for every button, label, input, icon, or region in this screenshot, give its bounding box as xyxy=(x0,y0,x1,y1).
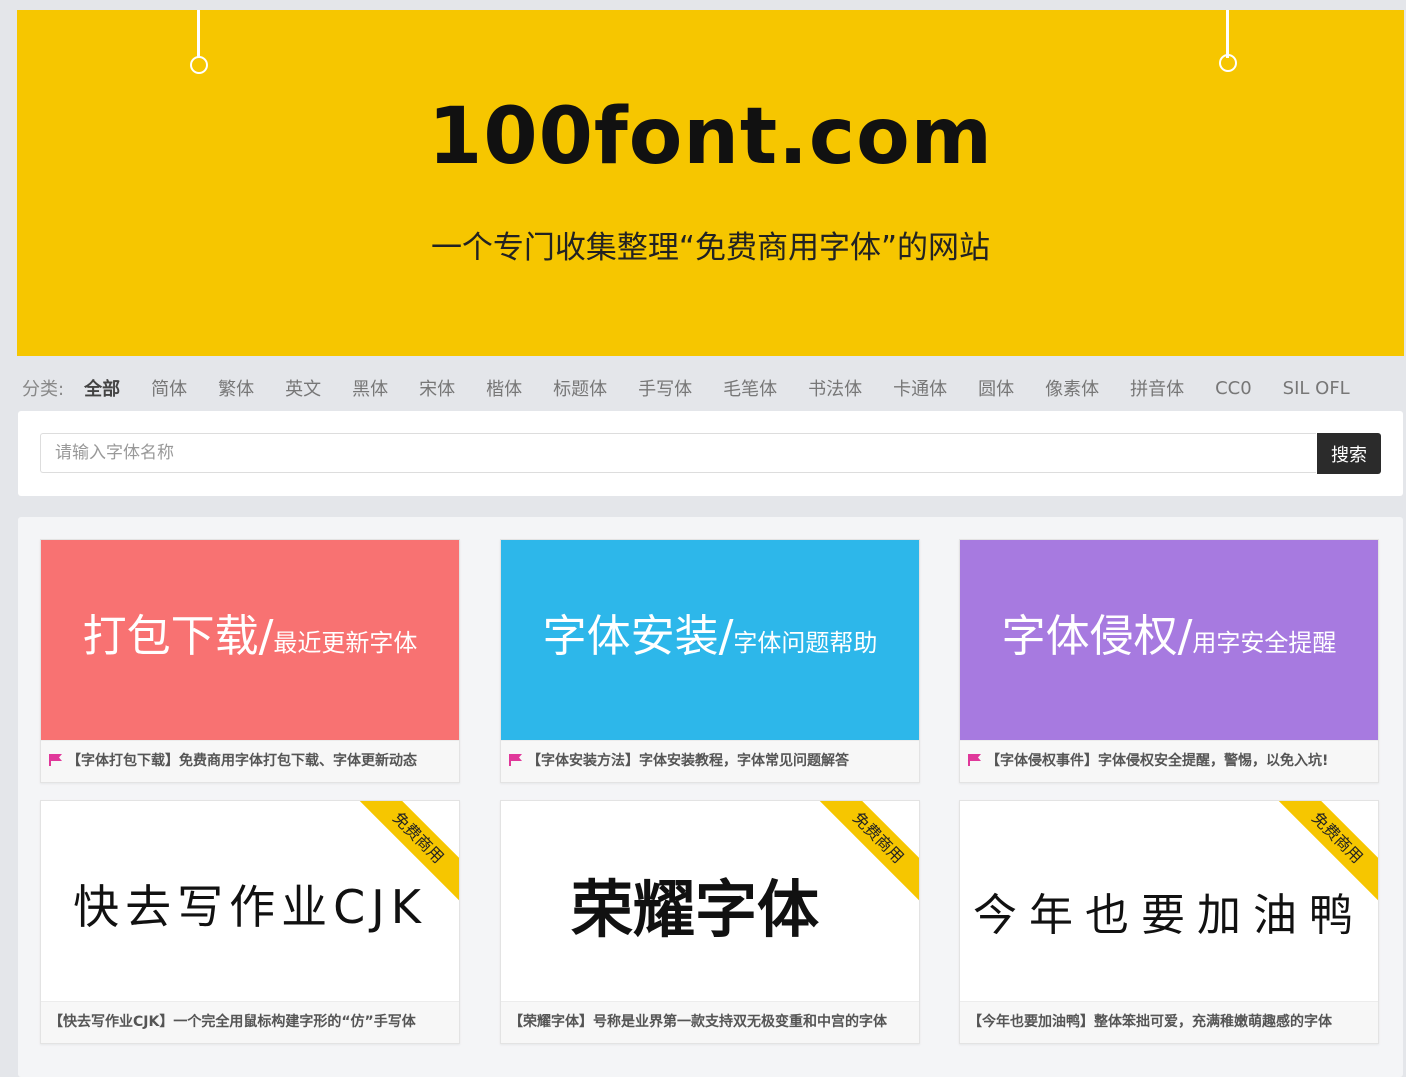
card-caption[interactable]: 【今年也要加油鸭】整体笨拙可爱，充满稚嫩萌趣感的字体 xyxy=(960,1001,1378,1043)
flag-icon xyxy=(968,754,981,766)
search-panel: 搜索 xyxy=(18,411,1403,496)
category-title[interactable]: 标题体 xyxy=(553,375,607,401)
ring-icon-right xyxy=(1219,54,1237,72)
category-simplified[interactable]: 简体 xyxy=(151,375,187,401)
card-caption[interactable]: 【字体安装方法】字体安装教程，字体常见问题解答 xyxy=(501,740,919,782)
category-cc0[interactable]: CC0 xyxy=(1215,378,1252,399)
category-pinyin[interactable]: 拼音体 xyxy=(1130,375,1184,401)
font-grid: 打包下载/最近更新字体 【字体打包下载】免费商用字体打包下载、字体更新动态 字体… xyxy=(18,517,1403,1077)
category-calligraphy[interactable]: 书法体 xyxy=(808,375,862,401)
topic-card-install[interactable]: 字体安装/字体问题帮助 【字体安装方法】字体安装教程，字体常见问题解答 xyxy=(500,539,920,783)
font-sample-text: 今年也要加油鸭 xyxy=(973,890,1365,941)
topic-heading: 打包下载/最近更新字体 xyxy=(82,611,418,662)
category-bar: 分类: 全部 简体 繁体 英文 黑体 宋体 楷体 标题体 手写体 毛笔体 书法体… xyxy=(22,372,1392,404)
topic-banner: 打包下载/最近更新字体 xyxy=(41,540,459,740)
topic-banner: 字体侵权/用字安全提醒 xyxy=(960,540,1378,740)
site-logo[interactable]: 100font.com xyxy=(17,92,1404,182)
category-songti[interactable]: 宋体 xyxy=(419,375,455,401)
category-pixel[interactable]: 像素体 xyxy=(1045,375,1099,401)
search-input[interactable] xyxy=(40,433,1316,473)
card-caption[interactable]: 【字体侵权事件】字体侵权安全提醒，警惕，以免入坑! xyxy=(960,740,1378,782)
card-caption[interactable]: 【字体打包下载】免费商用字体打包下载、字体更新动态 xyxy=(41,740,459,782)
font-sample-text: 快去写作业CJK xyxy=(73,880,427,934)
category-traditional[interactable]: 繁体 xyxy=(218,375,254,401)
card-caption[interactable]: 【快去写作业CJK】一个完全用鼠标构建字形的“仿”手写体 xyxy=(41,1001,459,1043)
font-card-rongyao[interactable]: 荣耀字体 免费商用 【荣耀字体】号称是业界第一款支持双无极变重和中宫的字体 xyxy=(500,800,920,1044)
category-handwriting[interactable]: 手写体 xyxy=(638,375,692,401)
category-sil-ofl[interactable]: SIL OFL xyxy=(1283,378,1350,399)
topic-banner: 字体安装/字体问题帮助 xyxy=(501,540,919,740)
hanging-string-left xyxy=(197,10,200,58)
font-sample-text: 荣耀字体 xyxy=(570,873,819,946)
topic-heading: 字体侵权/用字安全提醒 xyxy=(1001,611,1337,662)
category-kaiti[interactable]: 楷体 xyxy=(486,375,522,401)
font-preview: 今年也要加油鸭 免费商用 xyxy=(960,801,1378,1001)
card-caption[interactable]: 【荣耀字体】号称是业界第一款支持双无极变重和中宫的字体 xyxy=(501,1001,919,1043)
topic-card-infringement[interactable]: 字体侵权/用字安全提醒 【字体侵权事件】字体侵权安全提醒，警惕，以免入坑! xyxy=(959,539,1379,783)
font-card-jinnianyeyaojiayouya[interactable]: 今年也要加油鸭 免费商用 【今年也要加油鸭】整体笨拙可爱，充满稚嫩萌趣感的字体 xyxy=(959,800,1379,1044)
category-cartoon[interactable]: 卡通体 xyxy=(893,375,947,401)
category-english[interactable]: 英文 xyxy=(285,375,321,401)
ring-icon-left xyxy=(190,56,208,74)
category-heiti[interactable]: 黑体 xyxy=(352,375,388,401)
category-rounded[interactable]: 圆体 xyxy=(978,375,1014,401)
search-button[interactable]: 搜索 xyxy=(1317,433,1381,474)
topic-heading: 字体安装/字体问题帮助 xyxy=(542,611,878,662)
topic-card-download[interactable]: 打包下载/最近更新字体 【字体打包下载】免费商用字体打包下载、字体更新动态 xyxy=(40,539,460,783)
category-all[interactable]: 全部 xyxy=(84,375,120,401)
font-card-kuaiquxiezuoye[interactable]: 快去写作业CJK 免费商用 【快去写作业CJK】一个完全用鼠标构建字形的“仿”手… xyxy=(40,800,460,1044)
font-preview: 快去写作业CJK 免费商用 xyxy=(41,801,459,1001)
category-label: 分类: xyxy=(22,379,65,400)
hero-banner: 100font.com 一个专门收集整理“免费商用字体”的网站 xyxy=(17,10,1404,356)
hanging-string-right xyxy=(1226,10,1229,58)
font-preview: 荣耀字体 免费商用 xyxy=(501,801,919,1001)
site-slogan: 一个专门收集整理“免费商用字体”的网站 xyxy=(430,230,991,266)
flag-icon xyxy=(509,754,522,766)
flag-icon xyxy=(49,754,62,766)
category-brush[interactable]: 毛笔体 xyxy=(723,375,777,401)
